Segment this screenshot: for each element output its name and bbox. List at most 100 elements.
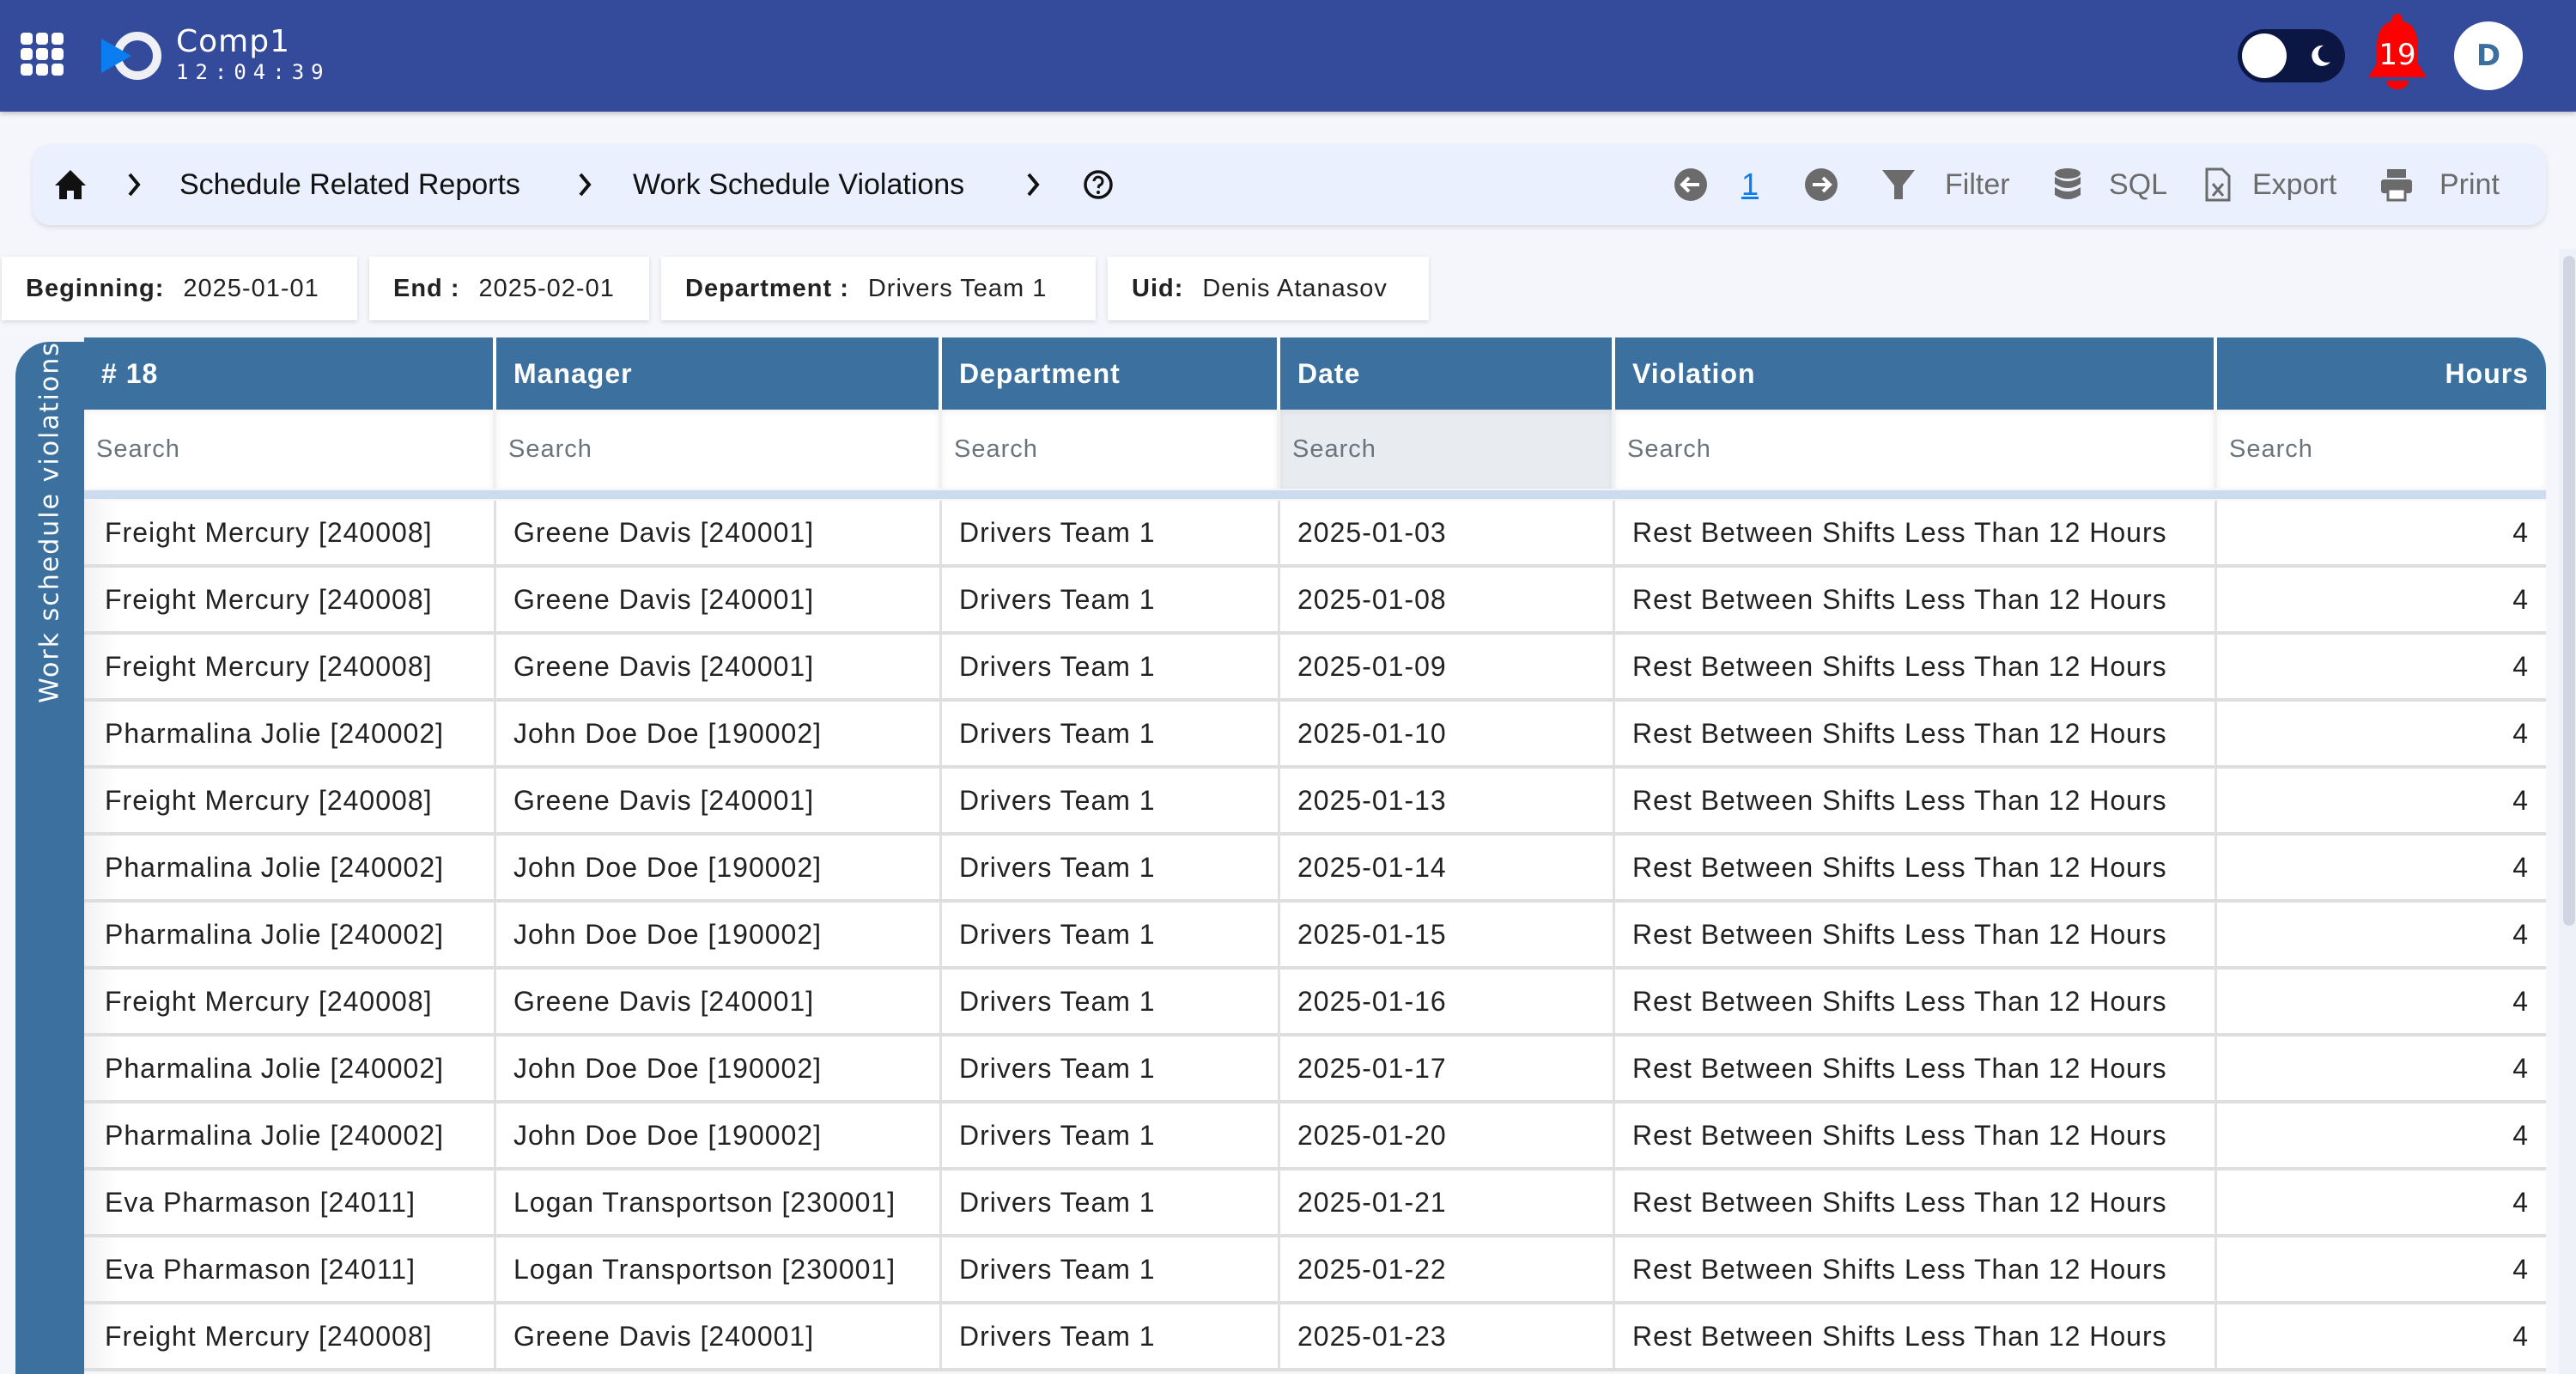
- cell-name: Freight Mercury [240008]: [84, 769, 496, 832]
- help-circle-icon[interactable]: [1082, 168, 1115, 201]
- cell-department: Drivers Team 1: [942, 1304, 1280, 1368]
- table-row[interactable]: Freight Mercury [240008] Greene Davis [24…: [84, 970, 2546, 1037]
- breadcrumb-bar: Schedule Related Reports Work Schedule V…: [33, 144, 2546, 225]
- printer-icon[interactable]: [2379, 167, 2415, 203]
- cell-hours: 4: [2217, 501, 2546, 564]
- table-row[interactable]: Pharmalina Jolie [240002] John Doe Doe [1…: [84, 1037, 2546, 1103]
- param-end: End : 2025-02-01: [369, 257, 649, 320]
- dark-mode-toggle[interactable]: [2238, 29, 2345, 82]
- cell-violation: Rest Between Shifts Less Than 12 Hours: [1615, 769, 2217, 832]
- apps-grid-icon[interactable]: [21, 33, 67, 79]
- breadcrumb-item-schedule-related-reports[interactable]: Schedule Related Reports: [179, 144, 520, 225]
- cell-name: Eva Pharmason [24011]: [84, 1170, 496, 1234]
- moon-icon: [2312, 45, 2330, 66]
- cell-manager: Greene Davis [240001]: [496, 970, 942, 1033]
- filter-icon[interactable]: [1880, 167, 1917, 203]
- report-side-tab[interactable]: Work schedule violations: [15, 341, 84, 1374]
- table-row[interactable]: Pharmalina Jolie [240002] John Doe Doe [1…: [84, 836, 2546, 903]
- cell-name: Freight Mercury [240008]: [84, 1304, 496, 1368]
- notifications-button[interactable]: 19: [2363, 14, 2432, 91]
- chevron-right-icon: [1027, 173, 1040, 197]
- cell-hours: 4: [2217, 769, 2546, 832]
- print-button[interactable]: Print: [2439, 144, 2500, 225]
- cell-hours: 4: [2217, 1170, 2546, 1234]
- cell-manager: John Doe Doe [190002]: [496, 903, 942, 966]
- toggle-knob: [2242, 33, 2287, 78]
- param-value: 2025-01-01: [183, 275, 319, 302]
- table-row[interactable]: Freight Mercury [240008] Greene Davis [24…: [84, 635, 2546, 702]
- side-tab-label: Work schedule violations: [34, 341, 65, 703]
- table-row[interactable]: Freight Mercury [240008] Greene Davis [24…: [84, 1304, 2546, 1371]
- next-page-button[interactable]: [1803, 167, 1839, 203]
- cell-department: Drivers Team 1: [942, 635, 1280, 698]
- filter-button[interactable]: Filter: [1945, 144, 2010, 225]
- cell-manager: Greene Davis [240001]: [496, 568, 942, 631]
- cell-date: 2025-01-09: [1280, 635, 1615, 698]
- previous-page-button[interactable]: [1673, 167, 1709, 203]
- cell-hours: 4: [2217, 1237, 2546, 1301]
- search-input-hours[interactable]: [2217, 410, 2546, 489]
- cell-violation: Rest Between Shifts Less Than 12 Hours: [1615, 635, 2217, 698]
- company-logo-icon[interactable]: [99, 26, 163, 86]
- cell-manager: John Doe Doe [190002]: [496, 702, 942, 765]
- param-label: Department :: [685, 275, 849, 302]
- cell-department: Drivers Team 1: [942, 903, 1280, 966]
- cell-name: Freight Mercury [240008]: [84, 970, 496, 1033]
- sql-button[interactable]: SQL: [2109, 144, 2167, 225]
- export-button[interactable]: Export: [2252, 144, 2336, 225]
- cell-manager: Greene Davis [240001]: [496, 1304, 942, 1368]
- search-input-department[interactable]: [942, 410, 1277, 489]
- column-header-date[interactable]: Date: [1280, 337, 1615, 410]
- table-row[interactable]: Eva Pharmason [24011] Logan Transportson …: [84, 1237, 2546, 1304]
- cell-manager: Greene Davis [240001]: [496, 635, 942, 698]
- cell-name: Pharmalina Jolie [240002]: [84, 903, 496, 966]
- database-icon[interactable]: [2050, 167, 2086, 203]
- param-beginning: Beginning: 2025-01-01: [2, 257, 357, 320]
- scrollbar-thumb[interactable]: [2563, 256, 2575, 926]
- table-row[interactable]: Freight Mercury [240008] Greene Davis [24…: [84, 769, 2546, 836]
- table-row[interactable]: Freight Mercury [240008] Greene Davis [24…: [84, 568, 2546, 635]
- current-page-link[interactable]: 1: [1741, 144, 1759, 225]
- cell-hours: 4: [2217, 702, 2546, 765]
- param-value: 2025-02-01: [478, 275, 615, 302]
- table-body: Freight Mercury [240008] Greene Davis [24…: [84, 501, 2546, 1371]
- column-header-hours[interactable]: Hours: [2217, 337, 2546, 410]
- excel-file-icon[interactable]: [2200, 167, 2236, 203]
- cell-name: Pharmalina Jolie [240002]: [84, 1037, 496, 1100]
- cell-manager: Logan Transportson [230001]: [496, 1237, 942, 1301]
- home-icon[interactable]: [53, 168, 88, 201]
- column-header-count[interactable]: # 18: [84, 337, 496, 410]
- company-name: Comp1: [176, 24, 290, 59]
- table-row[interactable]: Pharmalina Jolie [240002] John Doe Doe [1…: [84, 903, 2546, 970]
- cell-date: 2025-01-13: [1280, 769, 1615, 832]
- column-header-manager[interactable]: Manager: [496, 337, 942, 410]
- cell-department: Drivers Team 1: [942, 501, 1280, 564]
- breadcrumb-item-work-schedule-violations[interactable]: Work Schedule Violations: [633, 144, 964, 225]
- cell-violation: Rest Between Shifts Less Than 12 Hours: [1615, 903, 2217, 966]
- search-row: [84, 410, 2546, 489]
- table-row[interactable]: Freight Mercury [240008] Greene Davis [24…: [84, 501, 2546, 568]
- param-value: Drivers Team 1: [867, 275, 1048, 302]
- cell-department: Drivers Team 1: [942, 1103, 1280, 1167]
- cell-hours: 4: [2217, 635, 2546, 698]
- column-header-department[interactable]: Department: [942, 337, 1280, 410]
- table-row[interactable]: Pharmalina Jolie [240002] John Doe Doe [1…: [84, 1103, 2546, 1170]
- cell-name: Eva Pharmason [24011]: [84, 1237, 496, 1301]
- cell-date: 2025-01-23: [1280, 1304, 1615, 1368]
- user-avatar[interactable]: D: [2454, 21, 2523, 90]
- search-input-violation[interactable]: [1615, 410, 2214, 489]
- search-input-date[interactable]: [1280, 410, 1612, 489]
- column-header-violation[interactable]: Violation: [1615, 337, 2217, 410]
- cell-name: Freight Mercury [240008]: [84, 501, 496, 564]
- cell-department: Drivers Team 1: [942, 1037, 1280, 1100]
- cell-department: Drivers Team 1: [942, 702, 1280, 765]
- table-row[interactable]: Eva Pharmason [24011] Logan Transportson …: [84, 1170, 2546, 1237]
- table-row[interactable]: Pharmalina Jolie [240002] John Doe Doe [1…: [84, 702, 2546, 769]
- cell-violation: Rest Between Shifts Less Than 12 Hours: [1615, 702, 2217, 765]
- search-input-name[interactable]: [84, 410, 493, 489]
- search-input-manager[interactable]: [496, 410, 939, 489]
- cell-date: 2025-01-22: [1280, 1237, 1615, 1301]
- param-department: Department : Drivers Team 1: [661, 257, 1096, 320]
- cell-date: 2025-01-15: [1280, 903, 1615, 966]
- cell-date: 2025-01-14: [1280, 836, 1615, 899]
